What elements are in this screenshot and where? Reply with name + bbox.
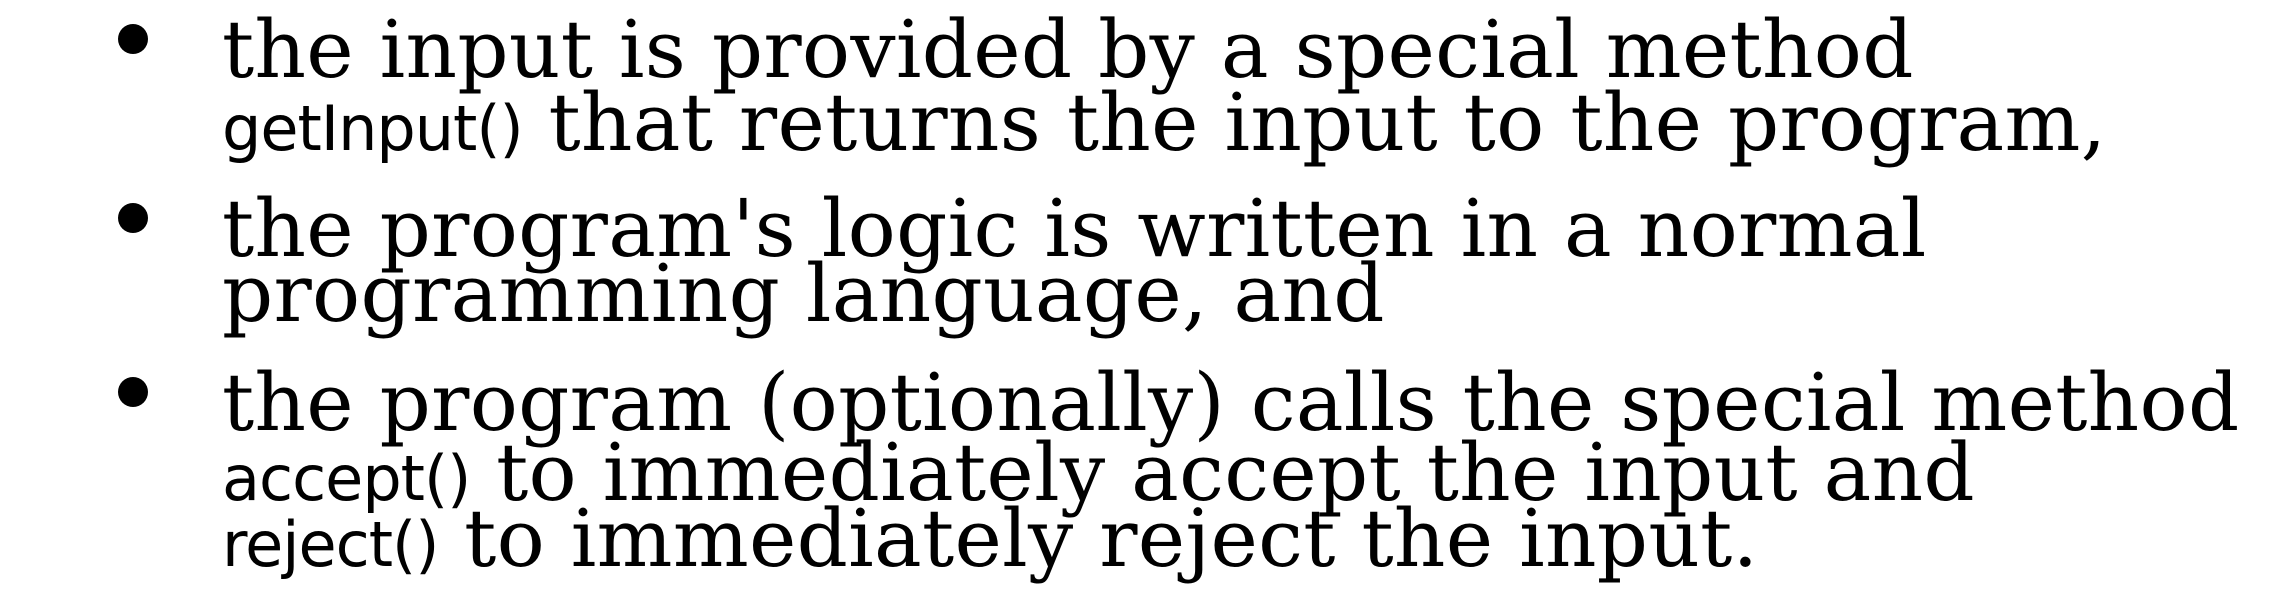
code-method-reject: reject() xyxy=(222,508,439,581)
slide-content: the input is provided by a special metho… xyxy=(0,0,2273,592)
bullet-dot xyxy=(118,377,148,407)
bullet-dot xyxy=(118,24,148,54)
bullet-text: programming language, and xyxy=(222,247,1385,340)
bullet-text: that returns the input to the program, xyxy=(522,76,2107,169)
bullet-text-line: programming language, and xyxy=(222,254,1385,334)
bullet-dot xyxy=(118,203,148,233)
bullet-text-line: getInput() that returns the input to the… xyxy=(222,83,2106,169)
bullet-text-line: reject() to immediately reject the input… xyxy=(222,499,1758,585)
bullet-text: to immediately reject the input. xyxy=(438,492,1759,585)
code-method-getinput: getInput() xyxy=(222,92,524,165)
